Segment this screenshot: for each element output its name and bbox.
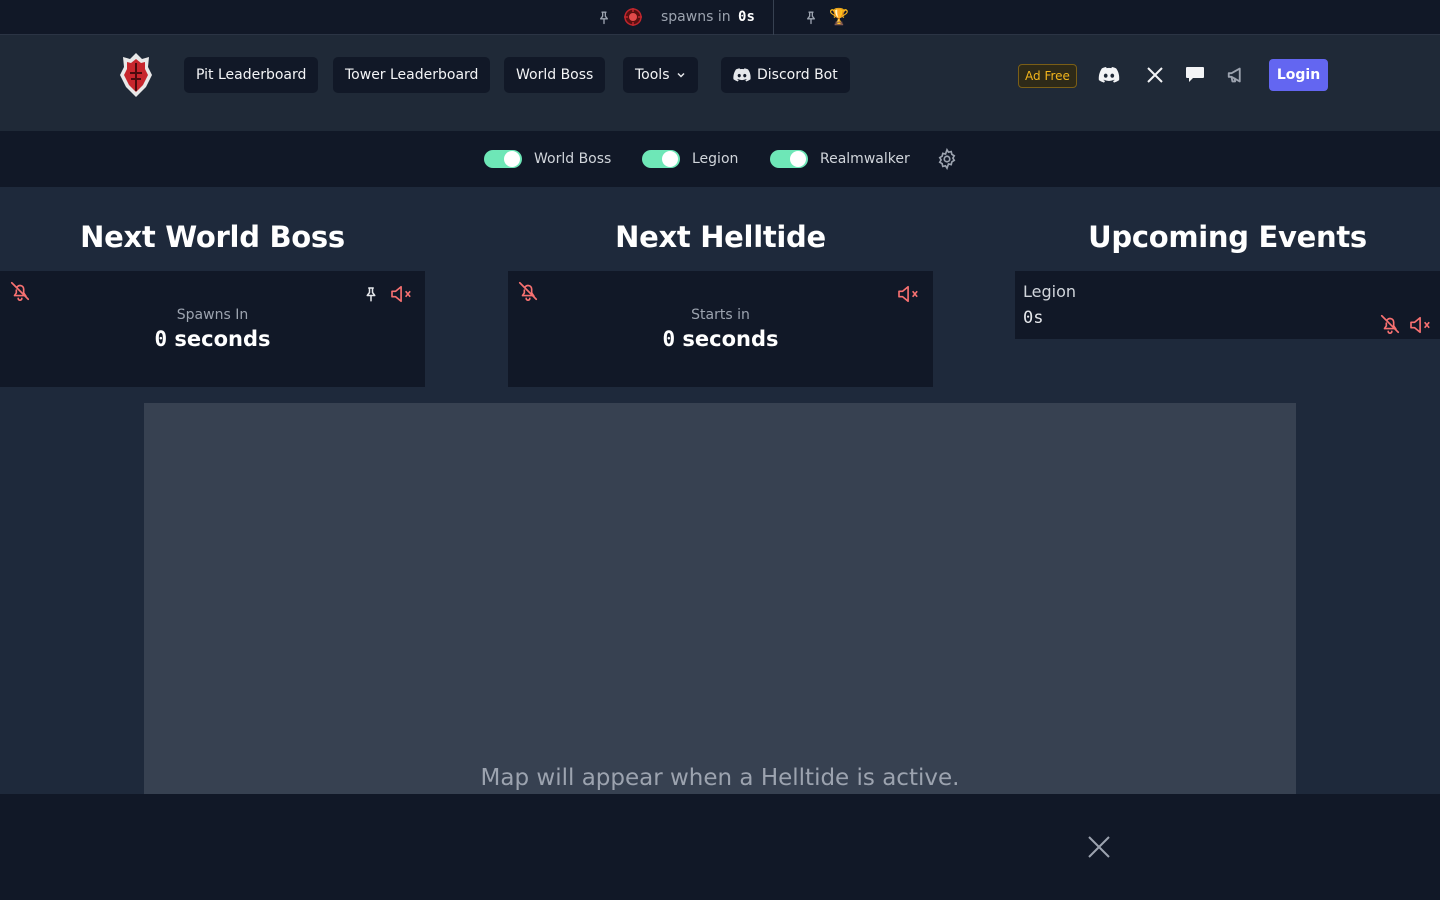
bell-off-icon[interactable] <box>9 280 31 306</box>
nav-world-boss[interactable]: World Boss <box>504 57 606 93</box>
toggle-label: Realmwalker <box>820 151 910 167</box>
chat-icon[interactable] <box>1185 66 1205 88</box>
mute-icon[interactable] <box>897 284 921 308</box>
bell-off-icon[interactable] <box>1379 313 1401 339</box>
ticker-divider <box>773 0 774 35</box>
site-header: Pit Leaderboard Tower Leaderboard World … <box>0 35 1440 131</box>
event-time: 0s <box>1023 308 1044 328</box>
mute-icon[interactable] <box>390 284 414 308</box>
chevron-down-icon <box>676 72 685 78</box>
bell-off-icon[interactable] <box>517 280 539 306</box>
gear-icon[interactable] <box>936 147 958 174</box>
toggle-world-boss[interactable]: World Boss <box>484 150 611 168</box>
spawns-in-label: Spawns In <box>176 307 249 323</box>
event-item-legion: Legion 0s <box>1015 271 1440 339</box>
world-boss-card: Spawns In 0 seconds <box>0 271 425 387</box>
event-name: Legion <box>1023 282 1077 301</box>
ticker-spawns-value: 0s <box>738 9 755 25</box>
login-button[interactable]: Login <box>1269 59 1328 91</box>
top-ticker: spawns in 0s 🏆 <box>0 0 1440 35</box>
world-boss-heading: Next World Boss <box>80 220 345 254</box>
bottom-ad-bar <box>0 794 1440 900</box>
discord-icon[interactable] <box>1098 67 1120 87</box>
ad-free-badge[interactable]: Ad Free <box>1018 64 1077 88</box>
discord-icon <box>733 68 751 82</box>
x-icon[interactable] <box>1146 66 1164 88</box>
helltide-card: Starts in 0 seconds <box>508 271 933 387</box>
site-logo[interactable] <box>118 51 154 103</box>
pin-icon[interactable] <box>803 9 819 30</box>
pin-icon[interactable] <box>596 9 612 30</box>
mute-icon[interactable] <box>1409 315 1433 339</box>
toggle-switch[interactable] <box>642 150 680 168</box>
toggle-switch[interactable] <box>484 150 522 168</box>
ticker-spawns: spawns in 0s <box>661 9 755 25</box>
nav-tower-leaderboard[interactable]: Tower Leaderboard <box>333 57 491 93</box>
trophy-icon: 🏆 <box>829 7 849 26</box>
nav-tools-dropdown[interactable]: Tools <box>623 57 698 93</box>
world-boss-countdown: 0 seconds <box>154 327 271 351</box>
toggle-label: World Boss <box>534 151 612 167</box>
toggle-switch[interactable] <box>770 150 808 168</box>
helltide-map: Map will appear when a Helltide is activ… <box>144 403 1296 794</box>
nav-pit-leaderboard[interactable]: Pit Leaderboard <box>184 57 319 93</box>
events-heading: Upcoming Events <box>1088 220 1367 254</box>
toggle-realmwalker[interactable]: Realmwalker <box>770 150 910 168</box>
helltide-heading: Next Helltide <box>615 220 826 254</box>
megaphone-icon[interactable] <box>1226 64 1248 90</box>
close-icon[interactable] <box>1088 836 1110 862</box>
starts-in-label: Starts in <box>691 307 750 323</box>
helltide-countdown: 0 seconds <box>662 327 779 351</box>
pin-icon[interactable] <box>362 284 380 308</box>
notification-toggle-bar: World Boss Legion Realmwalker <box>0 131 1440 187</box>
nav-discord-bot[interactable]: Discord Bot <box>721 57 850 93</box>
boss-icon <box>623 7 643 31</box>
map-placeholder-message: Map will appear when a Helltide is activ… <box>480 765 960 791</box>
toggle-label: Legion <box>692 151 739 167</box>
toggle-legion[interactable]: Legion <box>642 150 738 168</box>
